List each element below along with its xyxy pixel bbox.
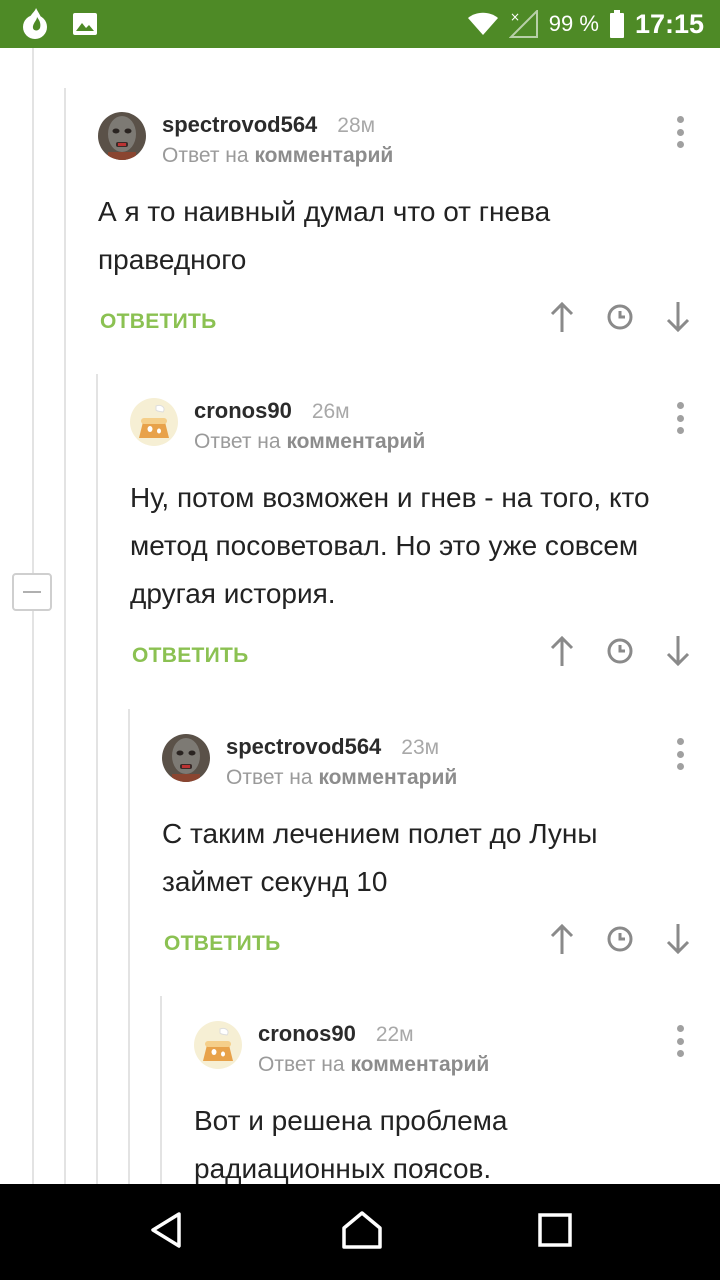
reply-to[interactable]: Ответ на комментарий	[194, 430, 425, 454]
comment-text: С таким лечением полет до Луны займет се…	[162, 818, 598, 897]
upvote-icon[interactable]	[548, 922, 576, 956]
thread-line	[32, 48, 34, 1184]
thread-line	[128, 709, 130, 1184]
back-icon[interactable]	[147, 1210, 187, 1255]
comment: spectrovod564 23м Ответ на комментарий С …	[162, 734, 720, 972]
home-icon[interactable]	[340, 1210, 384, 1255]
status-bar: × 99 % 17:15	[0, 0, 720, 48]
comment-time: 26м	[311, 400, 350, 423]
more-options-icon[interactable]	[676, 116, 684, 148]
thread-line	[64, 88, 66, 1184]
downvote-icon[interactable]	[664, 634, 692, 668]
comment-time: 22м	[375, 1023, 414, 1046]
username[interactable]: cronos90 26м	[194, 398, 350, 424]
more-options-icon[interactable]	[676, 738, 684, 770]
comment-thread[interactable]: spectrovod564 28м Ответ на комментарий А …	[0, 48, 720, 1184]
comment-text: А я то наивный думал что от гнева правед…	[98, 196, 551, 275]
downvote-icon[interactable]	[664, 300, 692, 334]
battery-percent: 99 %	[548, 11, 599, 36]
recents-icon[interactable]	[537, 1212, 573, 1253]
comment-text: Ну, потом возможен и гнев - на того, кто…	[130, 482, 650, 609]
tinder-flame-icon	[20, 8, 50, 40]
more-options-icon[interactable]	[676, 1025, 684, 1057]
reply-to[interactable]: Ответ на комментарий	[226, 766, 457, 790]
navigation-bar	[0, 1184, 720, 1280]
zombie-avatar[interactable]	[98, 112, 146, 160]
zombie-avatar[interactable]	[162, 734, 210, 782]
reply-button[interactable]: ОТВЕТИТЬ	[164, 932, 281, 956]
username[interactable]: spectrovod564 28м	[162, 112, 375, 138]
clock-icon[interactable]	[606, 303, 634, 331]
reply-button[interactable]: ОТВЕТИТЬ	[100, 310, 217, 334]
clock-icon[interactable]	[606, 925, 634, 953]
more-options-icon[interactable]	[676, 402, 684, 434]
reply-to[interactable]: Ответ на комментарий	[258, 1053, 489, 1077]
svg-text:×: ×	[510, 10, 520, 24]
comment-time: 23м	[401, 736, 440, 759]
cake-avatar[interactable]	[194, 1021, 242, 1069]
thread-line	[96, 374, 98, 1184]
cake-avatar[interactable]	[130, 398, 178, 446]
comment-time: 28м	[337, 114, 376, 137]
reply-button[interactable]: ОТВЕТИТЬ	[132, 644, 249, 668]
username[interactable]: cronos90 22м	[258, 1021, 414, 1047]
upvote-icon[interactable]	[548, 300, 576, 334]
signal-icon: ×	[508, 10, 539, 38]
reply-to[interactable]: Ответ на комментарий	[162, 144, 393, 168]
downvote-icon[interactable]	[664, 922, 692, 956]
comment: cronos90 22м Ответ на комментарий Вот и р…	[194, 1021, 720, 1184]
clock-icon[interactable]	[606, 637, 634, 665]
gallery-icon	[72, 12, 98, 36]
battery-icon	[609, 10, 625, 38]
comment: spectrovod564 28м Ответ на комментарий А …	[98, 112, 720, 350]
upvote-icon[interactable]	[548, 634, 576, 668]
comment-text: Вот и решена проблема радиационных поясо…	[194, 1105, 508, 1184]
comment: cronos90 26м Ответ на комментарий Ну, пот…	[130, 398, 720, 684]
username[interactable]: spectrovod564 23м	[226, 734, 439, 760]
collapse-thread-button[interactable]	[12, 573, 52, 611]
clock: 17:15	[634, 8, 704, 39]
thread-line	[160, 996, 162, 1184]
wifi-icon	[467, 11, 499, 37]
